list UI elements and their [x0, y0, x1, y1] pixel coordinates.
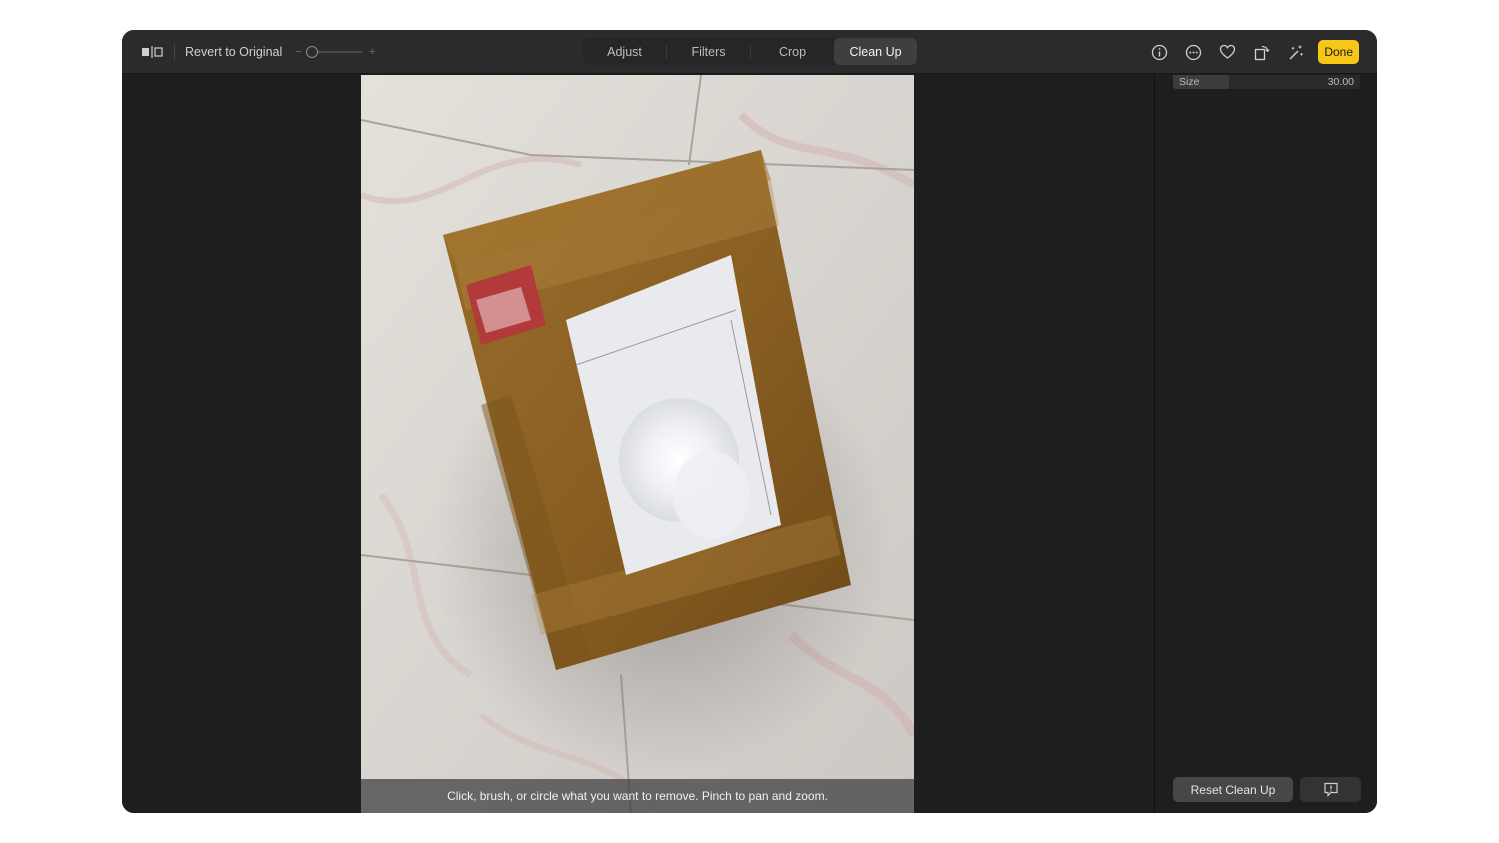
- clean-up-hint-bar: Click, brush, or circle what you want to…: [361, 779, 914, 813]
- clean-up-sidebar: Size 30.00 Reset Clean Up: [1154, 75, 1377, 813]
- brush-size-slider[interactable]: Size 30.00: [1173, 75, 1360, 89]
- favorite-button[interactable]: [1210, 30, 1244, 74]
- clean-up-hint-text: Click, brush, or circle what you want to…: [447, 789, 828, 803]
- revert-to-original-button[interactable]: Revert to Original: [185, 45, 282, 59]
- feedback-button[interactable]: [1300, 777, 1361, 802]
- more-options-button[interactable]: [1176, 30, 1210, 74]
- magic-wand-icon: [1289, 45, 1303, 60]
- done-button[interactable]: Done: [1318, 40, 1359, 64]
- editing-canvas: Click, brush, or circle what you want to…: [122, 75, 1154, 813]
- reset-clean-up-button[interactable]: Reset Clean Up: [1173, 777, 1293, 802]
- zoom-track[interactable]: [306, 46, 363, 58]
- toolbar: Revert to Original − + Adjust Filters Cr…: [122, 30, 1377, 74]
- info-icon: [1151, 44, 1167, 60]
- toolbar-separator: [174, 44, 175, 60]
- toolbar-right: Done: [1142, 30, 1359, 74]
- more-icon: [1185, 44, 1201, 60]
- zoom-knob[interactable]: [306, 46, 319, 58]
- photo-being-edited[interactable]: Click, brush, or circle what you want to…: [361, 75, 914, 813]
- tab-adjust[interactable]: Adjust: [583, 38, 666, 65]
- brush-size-label: Size: [1179, 76, 1200, 88]
- auto-enhance-button[interactable]: [1278, 30, 1312, 74]
- compare-button[interactable]: [140, 42, 164, 62]
- compare-split-icon: [142, 46, 163, 58]
- rotate-icon: [1254, 45, 1270, 60]
- tab-clean-up[interactable]: Clean Up: [834, 38, 917, 65]
- zoom-slider[interactable]: − +: [292, 46, 378, 58]
- brush-size-value: 30.00: [1327, 76, 1354, 88]
- photos-editor-window: Revert to Original − + Adjust Filters Cr…: [122, 30, 1377, 813]
- tab-crop[interactable]: Crop: [751, 38, 834, 65]
- photo-image: [361, 75, 914, 813]
- info-button[interactable]: [1142, 30, 1176, 74]
- edit-mode-tabs: Adjust Filters Crop Clean Up: [583, 38, 917, 65]
- heart-icon: [1219, 44, 1235, 59]
- zoom-in-button[interactable]: +: [366, 46, 378, 58]
- feedback-icon: [1323, 782, 1338, 797]
- tab-filters[interactable]: Filters: [667, 38, 750, 65]
- rotate-button[interactable]: [1244, 30, 1278, 74]
- toolbar-left: Revert to Original − +: [140, 30, 378, 74]
- zoom-out-button[interactable]: −: [292, 46, 304, 58]
